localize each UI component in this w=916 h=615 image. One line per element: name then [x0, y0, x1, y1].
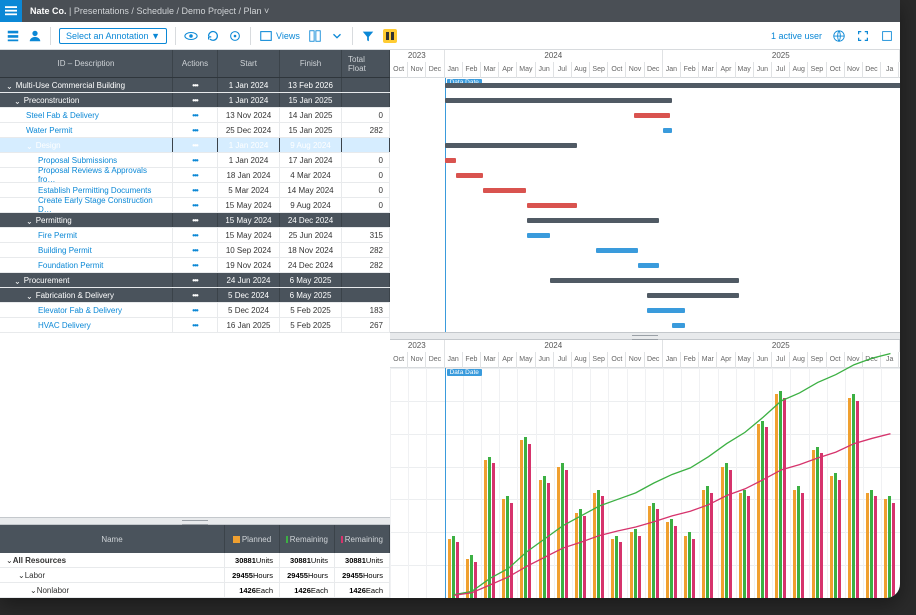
col-start[interactable]: Start — [218, 50, 280, 77]
resource-histogram[interactable]: 5001K1.5K2K2.5K3K3.5KData Date — [390, 368, 900, 598]
resizer[interactable] — [0, 517, 390, 525]
activity-row[interactable]: Building Permit•••10 Sep 202418 Nov 2024… — [0, 243, 390, 258]
activity-row[interactable]: Water Permit•••25 Dec 202415 Jan 2025282 — [0, 123, 390, 138]
activity-row[interactable]: Foundation Permit•••19 Nov 202424 Dec 20… — [0, 258, 390, 273]
toolbar: Select an Annotation ▼ Views 1 active us… — [0, 22, 900, 50]
eye-icon[interactable] — [184, 29, 198, 43]
active-users[interactable]: 1 active user — [771, 31, 822, 41]
activity-table[interactable]: ⌃Multi-Use Commercial Building•••1 Jan 2… — [0, 78, 390, 517]
chevron-down-icon[interactable] — [330, 29, 344, 43]
separator — [175, 27, 176, 45]
activity-row[interactable]: Proposal Reviews & Approvals fro…•••18 J… — [0, 168, 390, 183]
titlebar: Nate Co. | Presentations / Schedule / De… — [0, 0, 900, 22]
breadcrumb-company[interactable]: Nate Co. — [30, 6, 67, 16]
activity-row[interactable]: ⌃Multi-Use Commercial Building•••1 Jan 2… — [0, 78, 390, 93]
gantt-chart[interactable]: Data Date — [390, 78, 900, 332]
expand-icon[interactable] — [856, 29, 870, 43]
highlight-icon[interactable] — [383, 29, 397, 43]
app-window: Nate Co. | Presentations / Schedule / De… — [0, 0, 900, 598]
col-id[interactable]: ID – Description — [0, 50, 173, 77]
menu-icon[interactable] — [0, 0, 22, 22]
col-finish[interactable]: Finish — [280, 50, 342, 77]
activity-header: ID – Description Actions Start Finish To… — [0, 50, 390, 78]
resource-header: Name Planned Remaining Remaining — [0, 525, 390, 553]
filter-icon[interactable] — [361, 29, 375, 43]
resource-row[interactable]: ⌄ Nonlabor1426 Each1426 Each1426 Each — [0, 583, 390, 598]
activity-row[interactable]: Create Early Stage Construction D…•••15 … — [0, 198, 390, 213]
separator — [50, 27, 51, 45]
breadcrumb[interactable]: Nate Co. | Presentations / Schedule / De… — [30, 6, 269, 16]
resource-table[interactable]: ⌄ All Resources30881 Units30881 Units308… — [0, 553, 390, 598]
col-float[interactable]: Total Float — [342, 50, 390, 77]
breadcrumb-item[interactable]: Demo Project — [181, 6, 236, 16]
more-icon[interactable] — [880, 29, 894, 43]
views-button[interactable]: Views — [259, 29, 300, 43]
tool-ic-1[interactable] — [6, 29, 20, 43]
activity-row[interactable]: ⌃Fabrication & Delivery•••5 Dec 20246 Ma… — [0, 288, 390, 303]
resource-row[interactable]: ⌄ All Resources30881 Units30881 Units308… — [0, 553, 390, 568]
annotation-selector[interactable]: Select an Annotation ▼ — [59, 28, 167, 44]
resizer[interactable] — [390, 332, 900, 340]
col-name[interactable]: Name — [0, 525, 225, 553]
col-rem-b[interactable]: Remaining — [335, 525, 390, 553]
col-planned[interactable]: Planned — [225, 525, 280, 553]
content: ID – Description Actions Start Finish To… — [0, 50, 900, 598]
breadcrumb-item[interactable]: Schedule — [136, 6, 174, 16]
activity-row[interactable]: ⌃Design•••1 Jan 20249 Aug 2024 — [0, 138, 390, 153]
activity-row[interactable]: HVAC Delivery•••16 Jan 20255 Feb 2025267 — [0, 318, 390, 333]
breadcrumb-item[interactable]: Plan — [244, 6, 262, 16]
activity-row[interactable]: Fire Permit•••15 May 202425 Jun 2024315 — [0, 228, 390, 243]
activity-row[interactable]: ⌃Procurement•••24 Jun 20246 May 2025 — [0, 273, 390, 288]
col-actions[interactable]: Actions — [173, 50, 218, 77]
resource-row[interactable]: ⌄ Labor29455 Hours29455 Hours29455 Hours — [0, 568, 390, 583]
col-rem-a[interactable]: Remaining — [280, 525, 335, 553]
activity-row[interactable]: Steel Fab & Delivery•••13 Nov 202414 Jan… — [0, 108, 390, 123]
tool-ic-2[interactable] — [28, 29, 42, 43]
activity-row[interactable]: ⌃Permitting•••15 May 202424 Dec 2024 — [0, 213, 390, 228]
left-panel: ID – Description Actions Start Finish To… — [0, 50, 390, 598]
target-icon[interactable] — [228, 29, 242, 43]
separator — [250, 27, 251, 45]
gantt-timescale: 202320242025OctNovDecJanFebMarAprMayJunJ… — [390, 50, 900, 78]
separator — [352, 27, 353, 45]
layout-icon[interactable] — [308, 29, 322, 43]
activity-row[interactable]: ⌃Preconstruction•••1 Jan 202415 Jan 2025 — [0, 93, 390, 108]
refresh-icon[interactable] — [206, 29, 220, 43]
globe-icon[interactable] — [832, 29, 846, 43]
histogram-timescale: 202320242025OctNovDecJanFebMarAprMayJunJ… — [390, 340, 900, 368]
right-panel: 202320242025OctNovDecJanFebMarAprMayJunJ… — [390, 50, 900, 598]
activity-row[interactable]: Elevator Fab & Delivery•••5 Dec 20245 Fe… — [0, 303, 390, 318]
breadcrumb-item[interactable]: Presentations — [74, 6, 129, 16]
